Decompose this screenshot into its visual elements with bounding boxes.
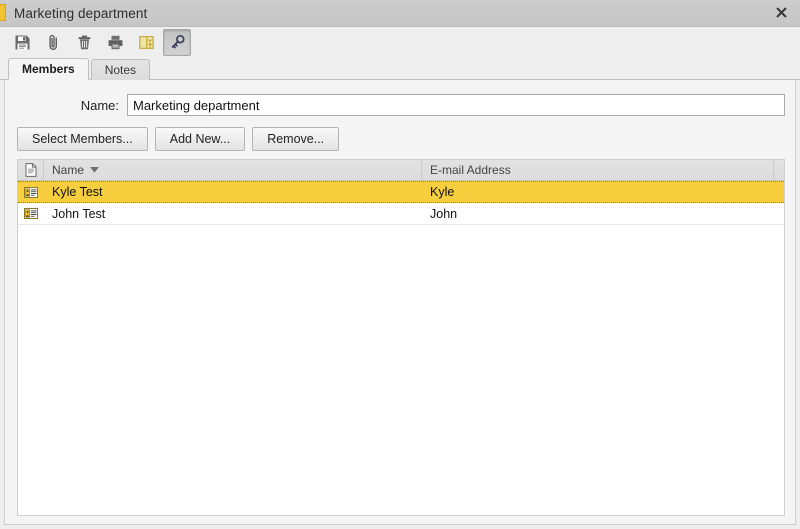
remove-button[interactable]: Remove... <box>252 127 340 151</box>
action-button-row: Select Members... Add New... Remove... <box>17 127 789 151</box>
members-panel: Name: Select Members... Add New... Remov… <box>4 80 796 525</box>
tab-notes[interactable]: Notes <box>90 59 151 80</box>
toolbar <box>0 27 800 58</box>
add-new-button[interactable]: Add New... <box>154 127 246 151</box>
attach-button[interactable] <box>39 29 67 56</box>
column-header-filler <box>774 160 784 180</box>
members-table: Name E-mail Address Kyle Test Kyle John … <box>17 159 785 516</box>
window-title: Marketing department <box>14 5 148 21</box>
table-body: Kyle Test Kyle John Test John <box>18 181 784 515</box>
column-header-email-label: E-mail Address <box>430 163 511 177</box>
floppy-disk-icon <box>15 35 29 50</box>
column-header-name[interactable]: Name <box>44 160 422 180</box>
contact-group-window: Marketing department Members Notes Name:… <box>0 0 800 529</box>
tab-strip: Members Notes <box>0 58 800 80</box>
row-name-cell: Kyle Test <box>52 185 103 199</box>
table-row[interactable]: Kyle Test Kyle <box>18 181 784 203</box>
printer-icon <box>108 35 122 50</box>
close-button[interactable] <box>772 3 791 22</box>
window-icon <box>0 3 6 21</box>
column-header-icon[interactable] <box>18 160 44 180</box>
trash-icon <box>78 35 90 50</box>
save-button[interactable] <box>8 29 36 56</box>
table-row[interactable]: John Test John <box>18 203 784 225</box>
sort-desc-icon <box>90 167 100 173</box>
name-label: Name: <box>80 97 119 113</box>
paperclip-icon <box>48 34 57 50</box>
contact-card-icon <box>24 208 38 219</box>
print-button[interactable] <box>101 29 129 56</box>
close-icon <box>776 7 787 18</box>
table-grid-icon <box>138 35 154 50</box>
contact-card-icon <box>24 186 38 198</box>
table-header: Name E-mail Address <box>18 160 784 181</box>
select-members-button[interactable]: Select Members... <box>17 127 148 151</box>
tab-members-label: Members <box>22 62 75 76</box>
row-email-cell: John <box>430 206 458 221</box>
delete-button[interactable] <box>70 29 98 56</box>
title-bar: Marketing department <box>0 0 800 27</box>
key-icon <box>171 34 185 49</box>
row-icon-cell <box>18 186 44 198</box>
row-name-cell: John Test <box>52 206 106 221</box>
categories-button[interactable] <box>132 29 160 56</box>
permissions-button[interactable] <box>163 29 191 56</box>
column-header-name-label: Name <box>52 163 85 177</box>
row-email-cell: Kyle <box>430 185 455 199</box>
tab-notes-label: Notes <box>104 63 137 77</box>
document-icon <box>25 163 37 177</box>
row-icon-cell <box>18 208 44 219</box>
name-input[interactable] <box>127 94 785 116</box>
name-field-row: Name: <box>11 94 789 116</box>
column-header-email[interactable]: E-mail Address <box>422 160 774 180</box>
tab-members[interactable]: Members <box>8 58 89 80</box>
